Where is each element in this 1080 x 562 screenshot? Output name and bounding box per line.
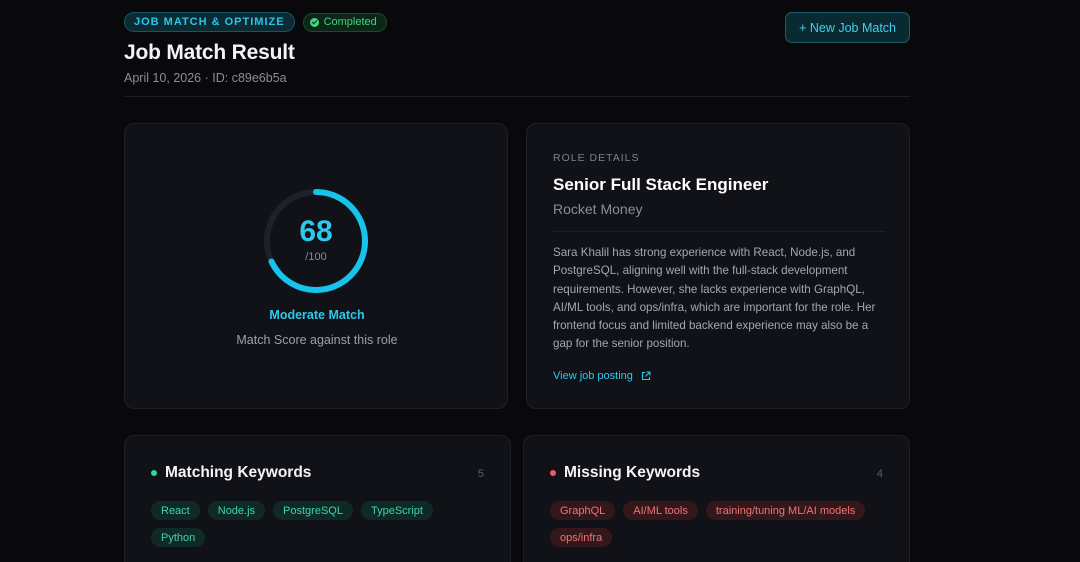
missing-keywords-card: Missing Keywords 4 GraphQL AI/ML tools t… <box>523 435 910 562</box>
matching-keywords-list: React Node.js PostgreSQL TypeScript Pyth… <box>151 501 491 547</box>
keyword-chip: PostgreSQL <box>273 501 353 520</box>
missing-keywords-header: Missing Keywords <box>550 464 700 482</box>
missing-keywords-title: Missing Keywords <box>564 464 701 481</box>
match-score-card: 68 /100 Moderate Match Match Score again… <box>124 123 508 409</box>
page-meta: April 10, 2026 · ID: c89e6b5a <box>124 71 287 85</box>
check-circle-icon <box>309 17 319 27</box>
view-job-posting-label: View job posting <box>553 370 633 382</box>
red-dot-icon <box>550 470 556 476</box>
score-max: /100 <box>305 251 327 263</box>
page-header: JOB MATCH & OPTIMIZE Completed Job Match… <box>124 12 910 85</box>
keyword-chip: ops/infra <box>550 528 613 547</box>
status-badge-label: Completed <box>323 16 377 28</box>
status-badge: Completed <box>302 12 387 32</box>
role-summary: Sara Khalil has strong experience with R… <box>553 246 876 351</box>
missing-keywords-count: 4 <box>876 468 883 480</box>
keyword-chip: Python <box>151 528 206 547</box>
missing-keywords-list: GraphQL AI/ML tools training/tuning ML/A… <box>550 501 890 547</box>
new-job-match-button[interactable]: + New Job Match <box>785 12 910 43</box>
header-divider <box>124 96 910 97</box>
score-subtitle: Match Score against this role <box>236 333 398 347</box>
external-link-icon <box>641 371 651 381</box>
role-company: Rocket Money <box>553 201 643 217</box>
keyword-chip: AI/ML tools <box>623 501 698 520</box>
section-badge: JOB MATCH & OPTIMIZE <box>124 12 295 32</box>
matching-keywords-header: Matching Keywords <box>151 464 311 482</box>
view-job-posting-link[interactable]: View job posting <box>553 370 651 382</box>
role-eyebrow: ROLE DETAILS <box>553 152 640 164</box>
keyword-chip: GraphQL <box>550 501 616 520</box>
matching-keywords-card: Matching Keywords 5 React Node.js Postgr… <box>124 435 511 562</box>
matching-keywords-count: 5 <box>477 468 484 480</box>
matching-keywords-title: Matching Keywords <box>165 464 312 481</box>
keyword-chip: React <box>151 501 200 520</box>
keyword-chip: Node.js <box>207 501 266 520</box>
green-dot-icon <box>151 470 157 476</box>
page-title: Job Match Result <box>124 41 295 64</box>
keyword-chip: training/tuning ML/AI models <box>705 501 866 520</box>
job-match-result-page: JOB MATCH & OPTIMIZE Completed Job Match… <box>0 0 1080 562</box>
score-label: Moderate Match <box>269 308 365 322</box>
role-divider <box>553 231 885 232</box>
keyword-chip: TypeScript <box>360 501 433 520</box>
score-value: 68 <box>299 215 333 248</box>
role-details-card: ROLE DETAILS Senior Full Stack Engineer … <box>526 123 910 409</box>
role-title: Senior Full Stack Engineer <box>553 175 769 194</box>
